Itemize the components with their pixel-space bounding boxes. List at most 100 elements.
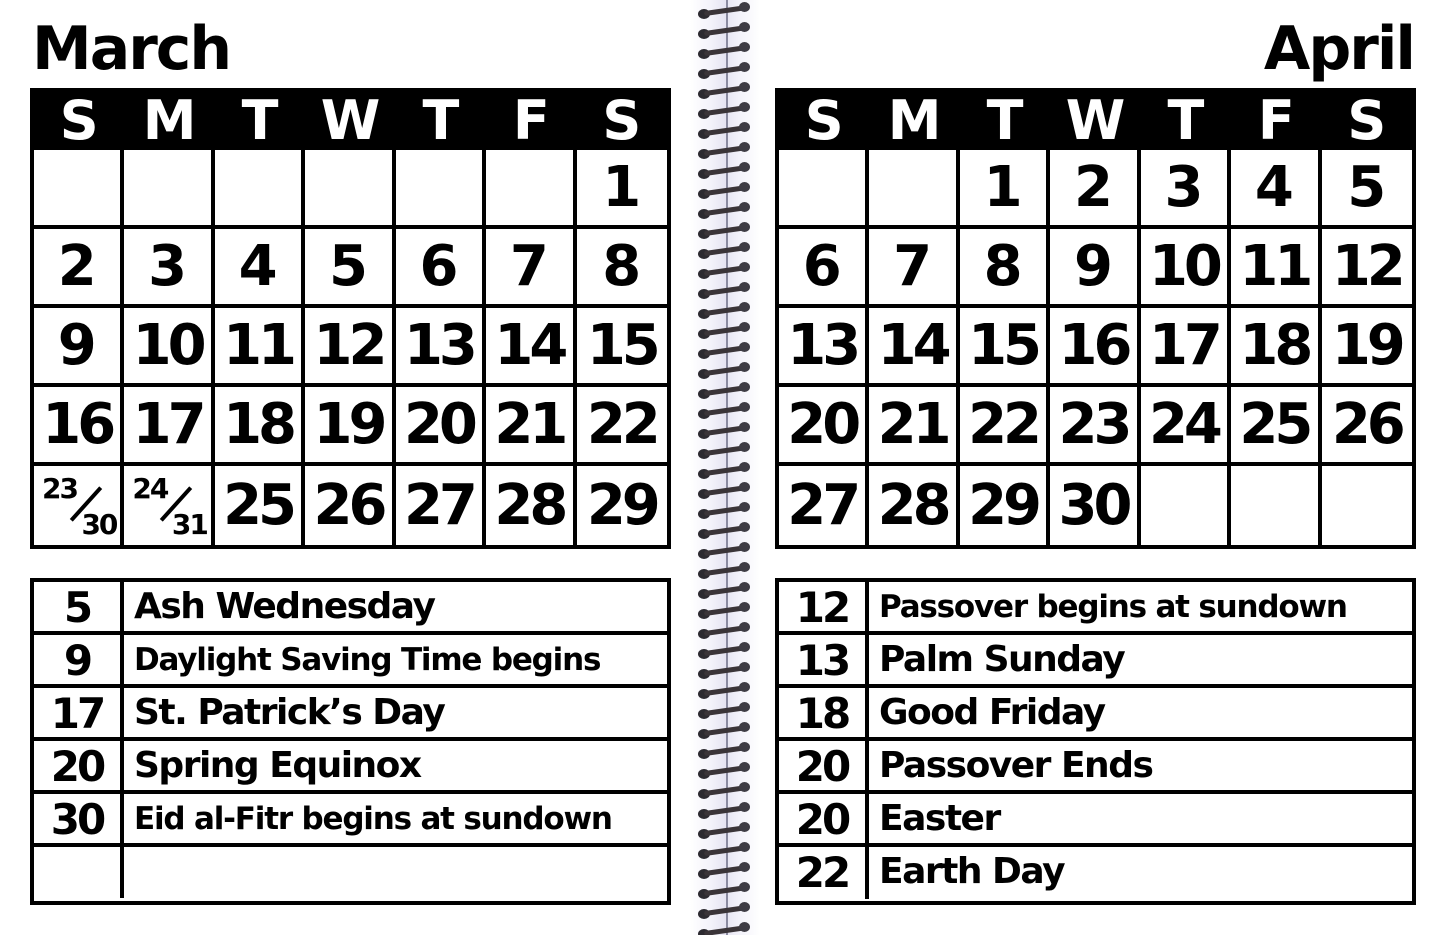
day-number: 16 bbox=[1058, 313, 1133, 378]
coil-part bbox=[739, 502, 750, 512]
day-number: 11 bbox=[223, 313, 297, 378]
event-row: 17 St. Patrick’s Day bbox=[34, 688, 667, 741]
weekday-label: W bbox=[1065, 89, 1126, 152]
coil-part bbox=[739, 442, 750, 452]
day-cell: 8 bbox=[959, 229, 1051, 308]
april-page: April S M T W T F S 1 2 3 4 5 6 7 8 9 10 11 12 13 14 1… bbox=[775, 0, 1416, 935]
day-number: 26 bbox=[1331, 392, 1406, 457]
calendar-grid: S M T W T F S 1 2 3 4 5 6 7 8 9 10 11 12 13 14 15 16 17 1… bbox=[775, 88, 1416, 549]
day-number: 31 bbox=[171, 508, 209, 541]
coil-part bbox=[739, 762, 750, 772]
event-name: Earth Day bbox=[879, 851, 1066, 892]
day-number: 22 bbox=[968, 392, 1042, 457]
event-row: 20 Passover Ends bbox=[779, 741, 1412, 794]
coil-part bbox=[739, 102, 750, 112]
day-number: 21 bbox=[877, 392, 952, 457]
day-cell: 5 bbox=[305, 229, 396, 308]
day-number: 12 bbox=[313, 313, 388, 378]
month-title: March bbox=[32, 14, 232, 84]
day-cell: 24 bbox=[1140, 387, 1232, 466]
day-number: 19 bbox=[1331, 313, 1406, 378]
day-cell: 1 bbox=[959, 150, 1051, 229]
event-name: Palm Sunday bbox=[879, 639, 1126, 680]
coil-part bbox=[739, 182, 750, 192]
day-cell: 13 bbox=[779, 308, 870, 387]
day-number: 30 bbox=[1058, 473, 1133, 538]
coil-part bbox=[739, 462, 750, 472]
day-number: 6 bbox=[419, 234, 459, 299]
coil-part bbox=[739, 202, 750, 212]
day-number: 11 bbox=[1239, 234, 1313, 299]
coil-loop bbox=[698, 462, 750, 479]
spiral-binding-icon bbox=[690, 0, 760, 935]
day-cell: 19 bbox=[305, 387, 396, 466]
day-number: 6 bbox=[802, 234, 842, 299]
event-name: Eid al-Fitr begins at sundown bbox=[134, 801, 613, 837]
day-cell: 14 bbox=[486, 308, 577, 387]
events-list: 12 Passover begins at sundown 13 Palm Sunda… bbox=[775, 578, 1416, 905]
day-number: 12 bbox=[1331, 234, 1406, 299]
coil-loop bbox=[698, 202, 750, 219]
day-cell: 18 bbox=[1231, 308, 1322, 387]
coil-loop bbox=[698, 862, 750, 879]
coil-part bbox=[739, 922, 750, 932]
coil-loop bbox=[698, 122, 750, 139]
day-cell: 28 bbox=[869, 466, 960, 545]
coil-loop bbox=[698, 622, 750, 639]
coil-loop bbox=[698, 702, 750, 719]
day-number: 25 bbox=[1239, 392, 1313, 457]
event-row: 18 Good Friday bbox=[779, 688, 1412, 741]
coil-loop bbox=[698, 342, 750, 359]
day-grid: 1 2 3 4 5 6 7 8 9 10 11 12 13 14 15 16 17 18 19 20 21 22 23 24 2… bbox=[779, 150, 1412, 545]
day-number: 5 bbox=[1347, 155, 1387, 220]
event-date: 22 bbox=[779, 847, 869, 899]
coil-loop bbox=[698, 762, 750, 779]
coil-loop bbox=[698, 282, 750, 299]
coil-part bbox=[739, 322, 750, 332]
day-number: 7 bbox=[893, 234, 933, 299]
day-cell: 14 bbox=[869, 308, 960, 387]
coil-loop bbox=[698, 922, 750, 935]
coil-loop bbox=[698, 2, 750, 19]
coil-part bbox=[739, 62, 750, 72]
march-page: March S M T W T F S 1 2 3 4 5 6 7 8 9 10 11 12 13 14 1… bbox=[30, 0, 671, 935]
coil-part bbox=[739, 142, 750, 152]
day-cell: 30 bbox=[1050, 466, 1141, 545]
event-date: 30 bbox=[34, 794, 124, 846]
day-number: 25 bbox=[223, 473, 297, 538]
event-row: 12 Passover begins at sundown bbox=[779, 582, 1412, 635]
day-cell: 16 bbox=[1050, 308, 1141, 387]
weekday-header: S M T W T F S bbox=[34, 88, 667, 152]
day-cell: 10 bbox=[124, 308, 215, 387]
day-number: 30 bbox=[81, 508, 118, 541]
event-row: 5 Ash Wednesday bbox=[34, 582, 667, 635]
coil-loop bbox=[698, 362, 750, 379]
event-date: 13 bbox=[779, 635, 869, 687]
day-cell: 17 bbox=[124, 387, 215, 466]
weekday-label: S bbox=[602, 89, 642, 152]
coil-loop bbox=[698, 482, 750, 499]
empty-day-cell bbox=[1141, 466, 1232, 545]
day-number: 22 bbox=[586, 392, 661, 457]
day-number: 28 bbox=[494, 473, 568, 538]
coil-loop bbox=[698, 302, 750, 319]
coil-loop bbox=[698, 42, 750, 59]
coil-loop bbox=[698, 722, 750, 739]
coil-part bbox=[739, 562, 750, 572]
event-name: Easter bbox=[879, 798, 1001, 839]
coil-part bbox=[739, 782, 750, 792]
day-cell: 22 bbox=[959, 387, 1051, 466]
events-list: 5 Ash Wednesday 9 Daylight Saving Time begi… bbox=[30, 578, 671, 905]
day-number: 21 bbox=[494, 392, 568, 457]
coil-part bbox=[739, 822, 750, 832]
empty-day-cell bbox=[305, 150, 396, 229]
event-row: 20 Spring Equinox bbox=[34, 741, 667, 794]
event-name bbox=[124, 847, 667, 898]
day-cell: 27 bbox=[396, 466, 487, 545]
coil-part bbox=[739, 582, 750, 592]
day-number: 5 bbox=[329, 234, 368, 299]
coil-loop bbox=[698, 62, 750, 79]
coil-part bbox=[739, 642, 750, 652]
weekday-label: S bbox=[804, 89, 844, 152]
coil-loop bbox=[698, 22, 750, 39]
